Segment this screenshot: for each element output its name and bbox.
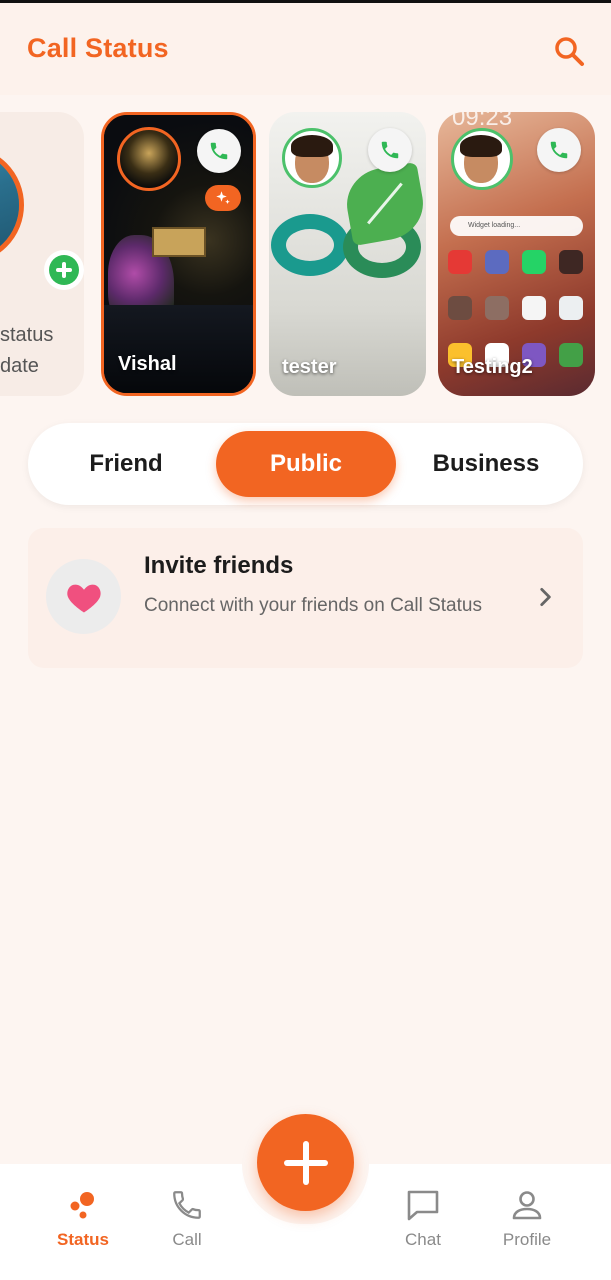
call-button[interactable]: [537, 128, 581, 172]
plus-icon: [49, 255, 79, 285]
profile-icon: [512, 1191, 542, 1220]
call-button[interactable]: [197, 129, 241, 173]
add-status-line1: status: [0, 324, 54, 346]
status-owner-name: Vishal: [118, 353, 177, 375]
app-header: Call Status: [0, 3, 611, 95]
add-status-line2: date: [0, 355, 39, 377]
status-card-vishal[interactable]: Vishal: [101, 112, 256, 396]
chat-icon: [407, 1190, 439, 1221]
effects-badge[interactable]: [205, 185, 241, 211]
plus-icon: [283, 1140, 328, 1185]
avatar[interactable]: [451, 128, 513, 190]
phone-icon: [381, 141, 399, 159]
status-owner-name: Testing2: [452, 356, 533, 378]
nav-label-profile: Profile: [502, 1230, 552, 1249]
station-sign-image: [152, 227, 206, 257]
heart-badge: [46, 559, 121, 634]
audience-tabs: Friend Public Business: [28, 423, 583, 505]
add-status-card[interactable]: status date: [0, 112, 84, 396]
nav-status[interactable]: Status: [38, 1188, 128, 1268]
status-owner-name: tester: [282, 356, 337, 378]
status-icon: [70, 1192, 94, 1219]
widget-bar: Widget loading...: [450, 216, 583, 236]
add-status-label: status date: [0, 320, 53, 382]
phone-icon: [173, 1191, 201, 1219]
nav-profile[interactable]: Profile: [482, 1188, 572, 1268]
invite-subtitle: Connect with your friends on Call Status: [144, 595, 482, 616]
search-button[interactable]: [551, 33, 587, 69]
avatar[interactable]: [117, 127, 181, 191]
nav-label-call: Call: [172, 1230, 202, 1249]
chevron-right-icon: [540, 588, 551, 606]
invite-friends-card[interactable]: Invite friends Connect with your friends…: [28, 528, 583, 668]
nav-label-chat: Chat: [405, 1230, 441, 1249]
call-button[interactable]: [368, 128, 412, 172]
tab-public[interactable]: Public: [216, 431, 396, 497]
status-card-testing2[interactable]: 09:23 Widget loading... Testing2: [438, 112, 595, 396]
add-status-button[interactable]: [44, 250, 84, 290]
status-card-tester[interactable]: tester: [269, 112, 426, 396]
heart-icon: [66, 584, 101, 612]
tab-business[interactable]: Business: [396, 431, 576, 497]
search-icon: [555, 37, 584, 66]
my-status-thumbnail: [0, 146, 24, 264]
sparkle-icon: [216, 191, 230, 204]
invite-title: Invite friends: [144, 552, 294, 579]
nav-label-status: Status: [57, 1230, 109, 1249]
app-title: Call Status: [27, 33, 169, 63]
avatar[interactable]: [282, 128, 342, 188]
nav-chat[interactable]: Chat: [378, 1188, 468, 1268]
phone-icon: [550, 141, 568, 159]
tab-friend[interactable]: Friend: [36, 431, 216, 497]
status-strip[interactable]: status date Vishal tester 09:23 Widget l…: [0, 112, 611, 398]
phone-icon: [210, 142, 228, 160]
new-status-fab[interactable]: [257, 1114, 354, 1211]
nav-call[interactable]: Call: [142, 1188, 232, 1268]
